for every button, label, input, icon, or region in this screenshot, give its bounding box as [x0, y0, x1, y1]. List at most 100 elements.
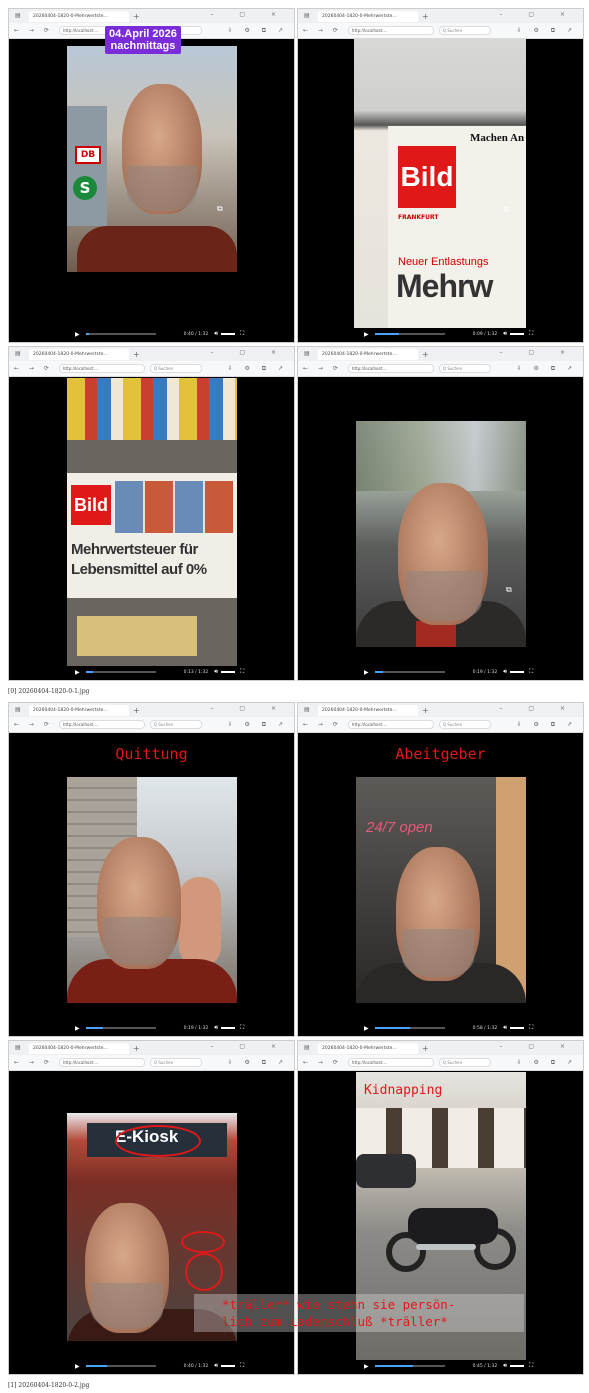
new-tab-button[interactable]: + [422, 706, 429, 715]
seek-bar[interactable] [374, 671, 445, 673]
toolbar-icons[interactable]: ⇩ ⚙ ⧉ ↗ [517, 365, 577, 373]
volume-slider[interactable] [221, 671, 235, 673]
nav-buttons-icon[interactable]: ← → ⟳ [303, 1059, 342, 1066]
volume-slider[interactable] [221, 333, 235, 335]
search-field[interactable]: Q Suchen [149, 720, 202, 729]
new-tab-button[interactable]: + [422, 12, 429, 21]
search-field[interactable]: Q Suchen [438, 720, 491, 729]
seek-bar[interactable] [85, 671, 156, 673]
pip-icon[interactable]: ⧉ [504, 205, 510, 215]
play-icon[interactable]: ▶ [75, 331, 80, 338]
browser-tab[interactable]: 20260404-1820-0-Mehrwertste… [29, 348, 129, 360]
volume-icon[interactable]: 🔊︎ [503, 330, 507, 338]
address-field[interactable]: http://localhost:… [347, 1058, 434, 1067]
fullscreen-icon[interactable]: ⛶ [529, 668, 533, 676]
address-field[interactable]: http://localhost:… [58, 720, 145, 729]
volume-slider[interactable] [510, 1365, 524, 1367]
search-field[interactable]: Q Suchen [149, 1058, 202, 1067]
browser-tab[interactable]: 20260404-1820-0-Mehrwertste… [29, 10, 129, 22]
toolbar-icons[interactable]: ⇩ ⚙ ⧉ ↗ [517, 721, 577, 729]
address-field[interactable]: http://localhost:… [58, 364, 145, 373]
seek-bar[interactable] [85, 1027, 156, 1029]
toolbar-icons[interactable]: ⇩ ⚙ ⧉ ↗ [228, 365, 288, 373]
address-field[interactable]: http://localhost:… [347, 26, 434, 35]
seek-bar[interactable] [374, 333, 445, 335]
nav-buttons-icon[interactable]: ← → ⟳ [303, 721, 342, 728]
window-controls[interactable]: – ▢ × [210, 349, 288, 356]
fullscreen-icon[interactable]: ⛶ [240, 1024, 244, 1032]
seek-bar[interactable] [85, 1365, 156, 1367]
new-tab-button[interactable]: + [422, 1044, 429, 1053]
new-tab-button[interactable]: + [133, 350, 140, 359]
play-icon[interactable]: ▶ [75, 669, 80, 676]
toolbar-icons[interactable]: ⇩ ⚙ ⧉ ↗ [228, 27, 288, 35]
toolbar-icons[interactable]: ⇩ ⚙ ⧉ ↗ [228, 721, 288, 729]
search-field[interactable]: Q Suchen [438, 26, 491, 35]
search-field[interactable]: Q Suchen [149, 364, 202, 373]
volume-icon[interactable]: 🔊︎ [214, 1362, 218, 1370]
browser-tab[interactable]: 20260404-1820-0-Mehrwertste… [318, 10, 418, 22]
play-icon[interactable]: ▶ [364, 1025, 369, 1032]
search-field[interactable]: Q Suchen [438, 364, 491, 373]
window-controls[interactable]: – ▢ × [499, 11, 577, 18]
video-frame[interactable]: 24/7 open [356, 777, 526, 1003]
nav-buttons-icon[interactable]: ← → ⟳ [14, 1059, 53, 1066]
video-frame[interactable] [356, 421, 526, 647]
new-tab-button[interactable]: + [133, 1044, 140, 1053]
play-icon[interactable]: ▶ [75, 1025, 80, 1032]
window-controls[interactable]: – ▢ × [210, 1043, 288, 1050]
volume-slider[interactable] [221, 1365, 235, 1367]
nav-buttons-icon[interactable]: ← → ⟳ [14, 365, 53, 372]
tab-list-icon[interactable]: ▤ [304, 1044, 310, 1051]
tab-list-icon[interactable]: ▤ [304, 706, 310, 713]
window-controls[interactable]: – ▢ × [210, 705, 288, 712]
video-frame[interactable] [67, 777, 237, 1003]
video-frame[interactable]: DB S [67, 46, 237, 272]
tab-list-icon[interactable]: ▤ [304, 12, 310, 19]
volume-slider[interactable] [221, 1027, 235, 1029]
play-icon[interactable]: ▶ [364, 331, 369, 338]
window-controls[interactable]: – ▢ × [499, 705, 577, 712]
volume-slider[interactable] [510, 671, 524, 673]
tab-list-icon[interactable]: ▤ [15, 350, 21, 357]
play-icon[interactable]: ▶ [364, 669, 369, 676]
browser-tab[interactable]: 20260404-1820-0-Mehrwertste… [318, 348, 418, 360]
address-field[interactable]: http://localhost:… [347, 720, 434, 729]
window-controls[interactable]: – ▢ × [499, 1043, 577, 1050]
volume-icon[interactable]: 🔊︎ [503, 1362, 507, 1370]
tab-list-icon[interactable]: ▤ [304, 350, 310, 357]
toolbar-icons[interactable]: ⇩ ⚙ ⧉ ↗ [517, 1059, 577, 1067]
toolbar-icons[interactable]: ⇩ ⚙ ⧉ ↗ [228, 1059, 288, 1067]
tab-list-icon[interactable]: ▤ [15, 706, 21, 713]
video-frame[interactable]: Bild Machen An FRANKFURT Neuer Entlastun… [354, 38, 526, 328]
tab-list-icon[interactable]: ▤ [15, 12, 21, 19]
browser-tab[interactable]: 20260404-1820-0-Mehrwertste… [29, 1042, 129, 1054]
fullscreen-icon[interactable]: ⛶ [529, 1362, 533, 1370]
address-field[interactable]: http://localhost:… [58, 1058, 145, 1067]
fullscreen-icon[interactable]: ⛶ [529, 1024, 533, 1032]
volume-icon[interactable]: 🔊︎ [214, 668, 218, 676]
pip-icon[interactable]: ⧉ [217, 204, 223, 214]
seek-bar[interactable] [85, 333, 156, 335]
volume-icon[interactable]: 🔊︎ [503, 668, 507, 676]
fullscreen-icon[interactable]: ⛶ [529, 330, 533, 338]
seek-bar[interactable] [374, 1027, 445, 1029]
fullscreen-icon[interactable]: ⛶ [240, 1362, 244, 1370]
pip-icon[interactable]: ⧉ [506, 585, 512, 595]
search-field[interactable]: Q Suchen [438, 1058, 491, 1067]
video-frame[interactable]: Bild Mehrwertsteuer für Lebensmittel auf… [67, 378, 237, 666]
volume-slider[interactable] [510, 333, 524, 335]
nav-buttons-icon[interactable]: ← → ⟳ [14, 27, 53, 34]
browser-tab[interactable]: 20260404-1820-0-Mehrwertste… [318, 1042, 418, 1054]
volume-icon[interactable]: 🔊︎ [214, 330, 218, 338]
address-field[interactable]: http://localhost:… [347, 364, 434, 373]
window-controls[interactable]: – ▢ × [210, 11, 288, 18]
new-tab-button[interactable]: + [133, 12, 140, 21]
nav-buttons-icon[interactable]: ← → ⟳ [303, 365, 342, 372]
nav-buttons-icon[interactable]: ← → ⟳ [14, 721, 53, 728]
toolbar-icons[interactable]: ⇩ ⚙ ⧉ ↗ [517, 27, 577, 35]
seek-bar[interactable] [374, 1365, 445, 1367]
new-tab-button[interactable]: + [133, 706, 140, 715]
fullscreen-icon[interactable]: ⛶ [240, 330, 244, 338]
fullscreen-icon[interactable]: ⛶ [240, 668, 244, 676]
